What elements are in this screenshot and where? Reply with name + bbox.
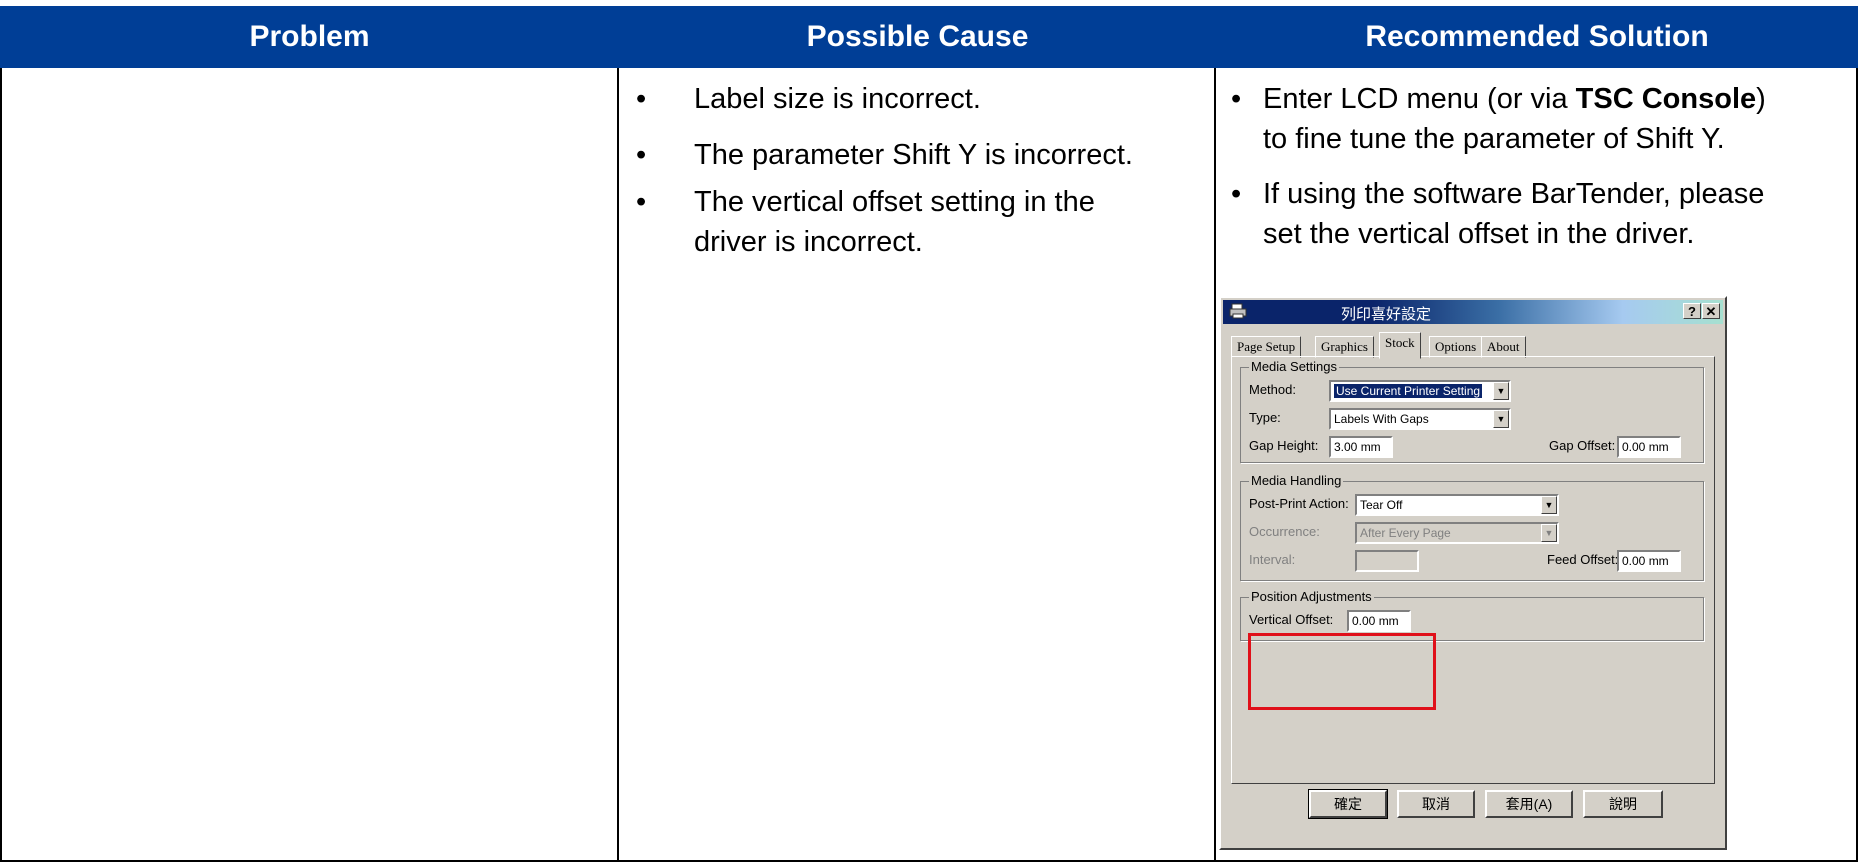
- gap-offset-field[interactable]: 0.00 mm: [1617, 436, 1681, 458]
- occurrence-label: Occurrence:: [1249, 524, 1320, 539]
- bullet: •: [636, 83, 647, 115]
- solution-item: • Enter LCD menu (or via TSC Console) to…: [1231, 79, 1851, 163]
- tab-options[interactable]: Options: [1429, 336, 1483, 358]
- tab-about[interactable]: About: [1481, 336, 1526, 358]
- solution-item: • If using the software BarTender, pleas…: [1231, 174, 1851, 258]
- media-settings-caption: Media Settings: [1249, 359, 1339, 374]
- solution-text-part: Enter LCD menu (or via: [1263, 83, 1576, 115]
- column-divider: [617, 68, 619, 862]
- bullet: •: [636, 186, 647, 218]
- gap-height-field[interactable]: 3.00 mm: [1329, 436, 1393, 458]
- header-possible-cause: Possible Cause: [619, 6, 1216, 68]
- vertical-offset-highlight-box: [1248, 633, 1436, 710]
- type-value: Labels With Gaps: [1334, 412, 1429, 426]
- gap-height-label: Gap Height:: [1249, 438, 1319, 453]
- media-handling-group: Media Handling Post-Print Action: Tear O…: [1240, 473, 1704, 581]
- bullet: •: [1231, 178, 1242, 210]
- method-select[interactable]: Use Current Printer Setting ▼: [1329, 380, 1511, 402]
- cause-text: The vertical offset setting in the: [694, 186, 1095, 218]
- interval-field[interactable]: [1355, 550, 1419, 572]
- tab-page-setup[interactable]: Page Setup: [1231, 336, 1302, 358]
- position-adjustments-caption: Position Adjustments: [1249, 589, 1374, 604]
- tab-graphics[interactable]: Graphics: [1315, 336, 1374, 358]
- help-text-button[interactable]: 說明: [1583, 790, 1663, 818]
- chevron-down-icon: ▼: [1541, 524, 1557, 542]
- cause-item: • Label size is incorrect.: [636, 79, 1206, 123]
- column-divider: [1214, 68, 1216, 862]
- chevron-down-icon: ▼: [1541, 496, 1557, 514]
- stock-tab-panel: Media Settings Method: Use Current Print…: [1231, 356, 1715, 784]
- dialog-titlebar: 列印喜好設定 ? ✕: [1223, 300, 1723, 324]
- chevron-down-icon: ▼: [1493, 382, 1509, 400]
- post-print-action-value: Tear Off: [1360, 498, 1403, 512]
- table-border-left: [0, 68, 2, 862]
- tab-stock[interactable]: Stock: [1379, 332, 1421, 359]
- header-problem: Problem: [0, 6, 619, 68]
- vertical-offset-label: Vertical Offset:: [1249, 612, 1334, 627]
- solution-text: set the vertical offset in the driver.: [1263, 218, 1695, 250]
- bullet: •: [636, 139, 647, 171]
- interval-label: Interval:: [1249, 552, 1296, 567]
- printer-icon: [1229, 303, 1247, 319]
- post-print-action-select[interactable]: Tear Off ▼: [1355, 494, 1559, 516]
- post-print-action-label: Post-Print Action:: [1249, 496, 1349, 511]
- solution-text-part: ): [1756, 83, 1766, 115]
- close-button[interactable]: ✕: [1702, 303, 1720, 319]
- solution-text: If using the software BarTender, please: [1263, 178, 1765, 210]
- vertical-offset-field[interactable]: 0.00 mm: [1347, 610, 1411, 632]
- solution-text: Enter LCD menu (or via TSC Console): [1263, 79, 1766, 119]
- dialog-title: 列印喜好設定: [1341, 306, 1432, 323]
- method-label: Method:: [1249, 382, 1296, 397]
- chevron-down-icon: ▼: [1493, 410, 1509, 428]
- method-value: Use Current Printer Setting: [1334, 384, 1483, 398]
- bullet: •: [1231, 83, 1242, 115]
- feed-offset-field[interactable]: 0.00 mm: [1617, 550, 1681, 572]
- apply-button[interactable]: 套用(A): [1485, 790, 1573, 818]
- media-settings-group: Media Settings Method: Use Current Print…: [1240, 359, 1704, 463]
- gap-offset-label: Gap Offset:: [1549, 438, 1616, 453]
- printing-preferences-dialog: 列印喜好設定 ? ✕ Page Setup Graphics Stock Opt…: [1219, 296, 1727, 850]
- help-button[interactable]: ?: [1683, 303, 1701, 319]
- tsc-console-link-text: TSC Console: [1575, 83, 1757, 115]
- cause-text: driver is incorrect.: [694, 226, 923, 258]
- cause-item: • The parameter Shift Y is incorrect.: [636, 135, 1206, 179]
- cancel-button[interactable]: 取消: [1397, 790, 1475, 818]
- media-handling-caption: Media Handling: [1249, 473, 1344, 488]
- ok-button[interactable]: 確定: [1308, 789, 1388, 819]
- occurrence-select[interactable]: After Every Page ▼: [1355, 522, 1559, 544]
- cause-item: • The vertical offset setting in the dri…: [636, 182, 1206, 266]
- solution-text: to fine tune the parameter of Shift Y.: [1263, 123, 1725, 155]
- cause-text: Label size is incorrect.: [694, 83, 981, 115]
- type-select[interactable]: Labels With Gaps ▼: [1329, 408, 1511, 430]
- type-label: Type:: [1249, 410, 1281, 425]
- occurrence-value: After Every Page: [1360, 526, 1451, 540]
- cause-text: The parameter Shift Y is incorrect.: [694, 139, 1133, 171]
- header-recommended-solution: Recommended Solution: [1216, 6, 1858, 68]
- feed-offset-label: Feed Offset:: [1547, 552, 1619, 567]
